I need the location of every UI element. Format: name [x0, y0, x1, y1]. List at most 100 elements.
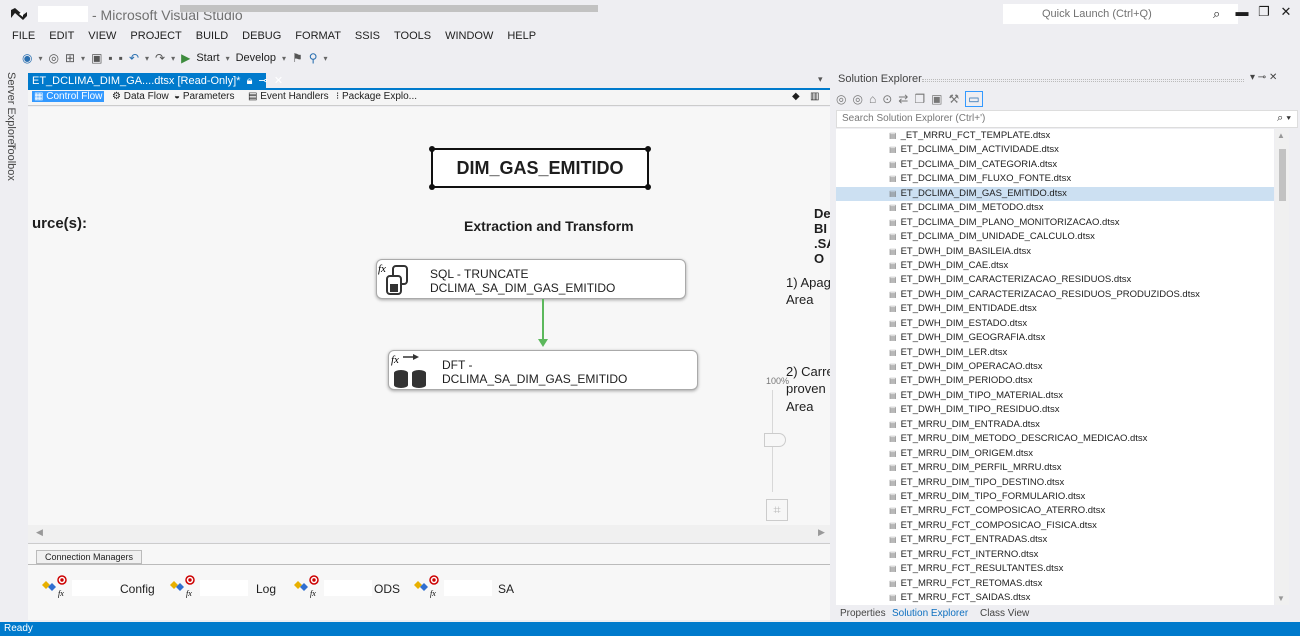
- close-icon[interactable]: ✕: [1275, 4, 1297, 20]
- zoom-icon[interactable]: ⚲: [309, 51, 318, 65]
- zoom-to-fit-icon[interactable]: ⌗: [766, 499, 788, 521]
- solution-file-item[interactable]: ET_DCLIMA_DIM_GAS_EMITIDO.dtsx: [836, 186, 1274, 202]
- precedence-constraint-arrow[interactable]: [536, 299, 550, 349]
- server-explorer-tab[interactable]: Server Explorer: [5, 72, 17, 148]
- solution-file-item[interactable]: ET_MRRU_DIM_TIPO_DESTINO.dtsx: [836, 476, 1274, 490]
- tab-control-flow[interactable]: ▦ Control Flow: [32, 91, 105, 102]
- resize-handle-br[interactable]: [645, 184, 651, 190]
- solution-file-item[interactable]: ET_DWH_DIM_CARACTERIZACAO_RESIDUOS_PRODU…: [836, 288, 1274, 302]
- solution-file-item[interactable]: ET_MRRU_DIM_PERFIL_MRRU.dtsx: [836, 461, 1274, 475]
- tab-list-dropdown-icon[interactable]: ▾: [818, 74, 823, 85]
- solution-file-item[interactable]: ET_DCLIMA_DIM_ACTIVIDADE.dtsx: [836, 143, 1274, 157]
- tab-solution-explorer[interactable]: Solution Explorer: [892, 608, 968, 619]
- collapse-all-icon[interactable]: ❐: [914, 92, 925, 106]
- scroll-left-icon[interactable]: ◀: [36, 527, 43, 538]
- solution-file-item[interactable]: ET_DCLIMA_DIM_PLANO_MONITORIZACAO.dtsx: [836, 216, 1274, 230]
- solution-file-item[interactable]: ET_MRRU_DIM_METODO_DESCRICAO_MEDICAO.dts…: [836, 432, 1274, 446]
- solution-file-item[interactable]: ET_DWH_DIM_GEOGRAFIA.dtsx: [836, 331, 1274, 345]
- new-dropdown-icon[interactable]: ▾: [81, 54, 85, 63]
- toolbar-overflow-icon[interactable]: ▾: [324, 54, 328, 63]
- menu-edit[interactable]: EDIT: [42, 28, 81, 46]
- home-icon[interactable]: ⌂: [869, 92, 876, 106]
- solution-file-item[interactable]: ET_DWH_DIM_TIPO_RESIDUO.dtsx: [836, 403, 1274, 417]
- menu-format[interactable]: FORMAT: [288, 28, 348, 46]
- close-tab-icon[interactable]: ✕: [271, 75, 283, 87]
- save-icon[interactable]: ▪: [108, 51, 112, 65]
- solution-file-item[interactable]: ET_DCLIMA_DIM_METODO.dtsx: [836, 201, 1274, 215]
- properties-icon[interactable]: ⚒: [948, 92, 959, 106]
- menu-tools[interactable]: TOOLS: [387, 28, 438, 46]
- sync-icon[interactable]: ⇄: [898, 92, 908, 106]
- menu-help[interactable]: HELP: [500, 28, 543, 46]
- resize-handle-tr[interactable]: [645, 146, 651, 152]
- zoom-slider-thumb[interactable]: [764, 433, 786, 447]
- task-sql-truncate[interactable]: fx SQL - TRUNCATE DCLIMA_SA_DIM_GAS_EMIT…: [376, 259, 686, 299]
- solution-file-item[interactable]: ET_MRRU_FCT_INTERNO.dtsx: [836, 548, 1274, 562]
- open-file-icon[interactable]: ▣: [91, 51, 102, 65]
- quick-launch-input[interactable]: Quick Launch (Ctrl+Q): [1003, 4, 1238, 24]
- new-project-icon[interactable]: ⊞: [65, 51, 75, 65]
- restore-icon[interactable]: ❐: [1253, 4, 1275, 20]
- solution-file-item[interactable]: ET_DWH_DIM_PERIODO.dtsx: [836, 374, 1274, 388]
- canvas-horizontal-scrollbar[interactable]: [28, 525, 830, 542]
- solution-file-item[interactable]: ET_MRRU_FCT_RETOMAS.dtsx: [836, 577, 1274, 591]
- resize-handle-tl[interactable]: [429, 146, 435, 152]
- solution-file-item[interactable]: _ET_MRRU_FCT_TEMPLATE.dtsx: [836, 129, 1274, 143]
- tab-data-flow[interactable]: ⚙ Data Flow: [112, 91, 169, 102]
- variables-icon[interactable]: ◆: [792, 91, 800, 102]
- tab-class-view[interactable]: Class View: [980, 608, 1029, 619]
- solution-file-item[interactable]: ET_DWH_DIM_ENTIDADE.dtsx: [836, 302, 1274, 316]
- preview-selected-icon[interactable]: ▭: [965, 91, 983, 107]
- task-data-flow[interactable]: fx DFT - DCLIMA_SA_DIM_GAS_EMITIDO: [388, 350, 698, 390]
- solution-file-item[interactable]: ET_MRRU_FCT_SAIDAS.dtsx: [836, 591, 1274, 605]
- sources-annotation[interactable]: urce(s):: [32, 215, 87, 232]
- solution-file-item[interactable]: ET_DWH_DIM_OPERACAO.dtsx: [836, 360, 1274, 374]
- find-in-files-icon[interactable]: ⚑: [292, 51, 303, 65]
- back-icon[interactable]: ◉: [22, 51, 32, 65]
- solution-file-item[interactable]: ET_DWH_DIM_CARACTERIZACAO_RESIDUOS.dtsx: [836, 273, 1274, 287]
- menu-window[interactable]: WINDOW: [438, 28, 500, 46]
- undo-dropdown-icon[interactable]: ▾: [145, 54, 149, 63]
- solution-file-item[interactable]: ET_DCLIMA_DIM_FLUXO_FONTE.dtsx: [836, 172, 1274, 186]
- menu-view[interactable]: VIEW: [81, 28, 123, 46]
- tab-properties[interactable]: Properties: [840, 608, 886, 619]
- solution-file-item[interactable]: ET_DWH_DIM_TIPO_MATERIAL.dtsx: [836, 389, 1274, 403]
- canvas-scroll-thumb[interactable]: [180, 5, 598, 12]
- solution-file-item[interactable]: ET_MRRU_DIM_ORIGEM.dtsx: [836, 447, 1274, 461]
- menu-build[interactable]: BUILD: [189, 28, 235, 46]
- menu-project[interactable]: PROJECT: [123, 28, 188, 46]
- redo-dropdown-icon[interactable]: ▾: [171, 54, 175, 63]
- panel-pin-icon[interactable]: ▾ ⊸ ✕: [1250, 72, 1277, 83]
- control-flow-canvas[interactable]: DIM_GAS_EMITIDO urce(s): Extraction and …: [28, 107, 830, 525]
- resize-handle-bl[interactable]: [429, 184, 435, 190]
- solution-file-item[interactable]: ET_DWH_DIM_ESTADO.dtsx: [836, 317, 1274, 331]
- package-title-annotation[interactable]: DIM_GAS_EMITIDO: [429, 146, 651, 190]
- solution-file-item[interactable]: ET_MRRU_DIM_ENTRADA.dtsx: [836, 418, 1274, 432]
- extraction-annotation[interactable]: Extraction and Transform: [464, 218, 634, 234]
- solution-file-item[interactable]: ET_DWH_DIM_CAE.dtsx: [836, 259, 1274, 273]
- solution-file-item[interactable]: ET_MRRU_FCT_COMPOSICAO_ATERRO.dtsx: [836, 504, 1274, 518]
- forward-icon[interactable]: ◎: [49, 51, 59, 65]
- solution-file-item[interactable]: ET_DCLIMA_DIM_CATEGORIA.dtsx: [836, 158, 1274, 172]
- back-dropdown-icon[interactable]: ▾: [38, 54, 42, 63]
- search-icon[interactable]: ⌕ ▾: [1277, 112, 1291, 125]
- solution-file-item[interactable]: ET_DCLIMA_DIM_UNIDADE_CALCULO.dtsx: [836, 230, 1274, 244]
- tab-event-handlers[interactable]: ▤ Event Handlers: [248, 91, 329, 102]
- menu-debug[interactable]: DEBUG: [235, 28, 288, 46]
- solution-explorer-scroll-thumb[interactable]: [1279, 149, 1286, 201]
- scroll-down-icon[interactable]: ▼: [1277, 594, 1285, 603]
- show-all-files-icon[interactable]: ▣: [931, 92, 942, 106]
- back-icon[interactable]: ◎: [836, 92, 846, 106]
- start-dropdown-icon[interactable]: ▾: [226, 54, 230, 63]
- solution-file-item[interactable]: ET_MRRU_DIM_TIPO_FORMULARIO.dtsx: [836, 490, 1274, 504]
- document-tab[interactable]: ET_DCLIMA_DIM_GA....dtsx [Read-Only]* 🔒︎…: [28, 73, 283, 88]
- toolbox-tab[interactable]: Toolbox: [5, 143, 17, 181]
- solution-file-item[interactable]: ET_DWH_DIM_BASILEIA.dtsx: [836, 245, 1274, 259]
- scroll-up-icon[interactable]: ▲: [1277, 131, 1285, 140]
- connection-managers-tab[interactable]: Connection Managers: [36, 550, 142, 564]
- pin-icon[interactable]: ⊸: [256, 75, 268, 87]
- menu-file[interactable]: FILE: [0, 28, 42, 46]
- menu-ssis[interactable]: SSIS: [348, 28, 387, 46]
- solution-config-dropdown[interactable]: Develop: [236, 52, 276, 64]
- tab-parameters[interactable]: ◒ Parameters: [174, 91, 235, 102]
